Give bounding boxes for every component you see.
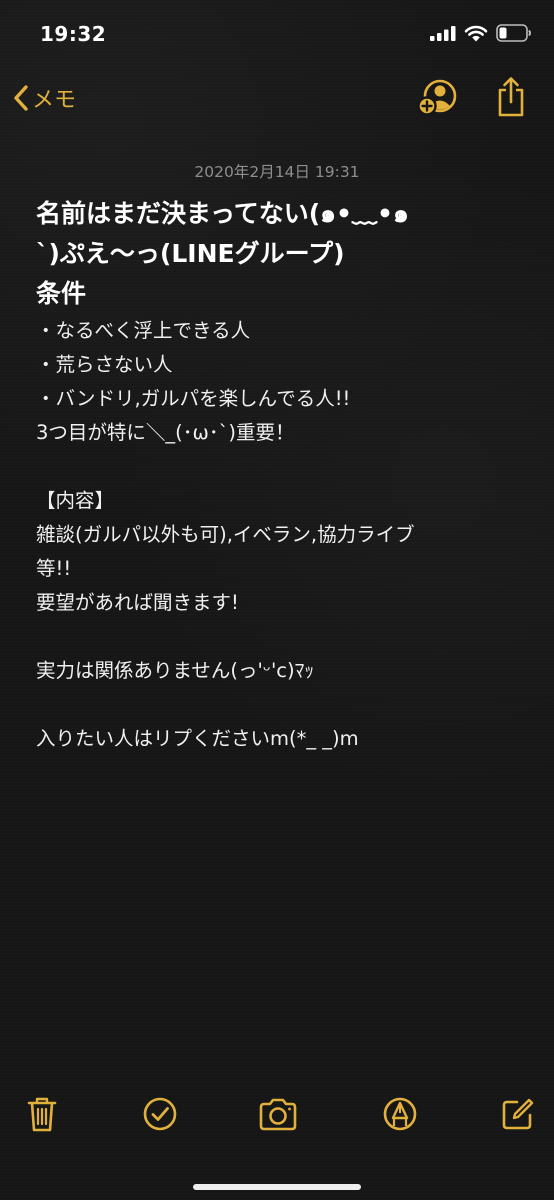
note-title-line: `)ぷえ〜っ(LINEグループ) xyxy=(36,239,345,268)
note-line: 3つ目が特に＼_(･ω･`)重要！ xyxy=(36,421,295,444)
note-line: ・バンドリ,ガルパを楽しんでる人!! xyxy=(36,387,351,410)
note-line: 【内容】 xyxy=(36,489,115,512)
delete-button[interactable] xyxy=(22,1092,62,1136)
note-heading: 条件 xyxy=(36,279,87,308)
share-button[interactable] xyxy=(496,76,526,122)
navigation-bar: メモ xyxy=(0,70,554,130)
wifi-icon xyxy=(464,25,488,41)
trash-icon xyxy=(27,1097,57,1132)
markup-button[interactable] xyxy=(380,1092,420,1136)
camera-button[interactable] xyxy=(258,1092,298,1136)
note-line: 実力は関係ありません(っ'ᵕ'c)ﾏｯ xyxy=(36,659,315,682)
battery-icon xyxy=(496,24,531,42)
note-content[interactable]: 名前はまだ決まってない(๑•﹏•๑ `)ぷえ〜っ(LINEグループ) 条件 ・な… xyxy=(36,194,526,756)
share-icon xyxy=(498,77,524,117)
home-indicator[interactable] xyxy=(193,1184,361,1190)
note-title-line: 名前はまだ決まってない(๑•﹏•๑ xyxy=(36,199,409,228)
note-line: 入りたい人はリプくださいm(*_ _)m xyxy=(36,727,359,750)
back-label: メモ xyxy=(32,88,77,113)
status-indicators xyxy=(430,24,532,42)
note-line: ・荒らさない人 xyxy=(36,353,173,376)
notes-screen: 19:32 メモ 2020年2月14日 19:31 名前はまだ決まってない(๑•… xyxy=(0,0,554,1200)
compose-button[interactable] xyxy=(498,1092,538,1136)
chevron-left-icon xyxy=(14,85,28,111)
note-line: 雑談(ガルパ以外も可),イベラン,協力ライブ xyxy=(36,523,415,546)
camera-icon xyxy=(259,1098,297,1131)
status-bar: 19:32 xyxy=(0,0,554,66)
note-line: ・なるべく浮上できる人 xyxy=(36,319,251,342)
note-body: ・なるべく浮上できる人 ・荒らさない人 ・バンドリ,ガルパを楽しんでる人!! 3… xyxy=(36,314,526,756)
checklist-button[interactable] xyxy=(140,1092,180,1136)
status-time: 19:32 xyxy=(40,22,107,46)
add-people-button[interactable] xyxy=(416,78,458,122)
note-line: 等!! xyxy=(36,557,72,580)
note-line xyxy=(36,688,526,722)
note-date: 2020年2月14日 19:31 xyxy=(194,163,360,181)
pen-tip-icon xyxy=(383,1097,417,1131)
bottom-toolbar xyxy=(0,1092,554,1142)
compose-icon xyxy=(502,1098,534,1130)
signal-icon xyxy=(430,26,456,41)
note-line xyxy=(36,450,526,484)
note-line xyxy=(36,620,526,654)
add-person-icon xyxy=(417,79,457,116)
checkmark-circle-icon xyxy=(143,1097,177,1131)
note-line: 要望があれば聞きます! xyxy=(36,591,239,614)
back-button[interactable]: メモ xyxy=(12,82,76,114)
